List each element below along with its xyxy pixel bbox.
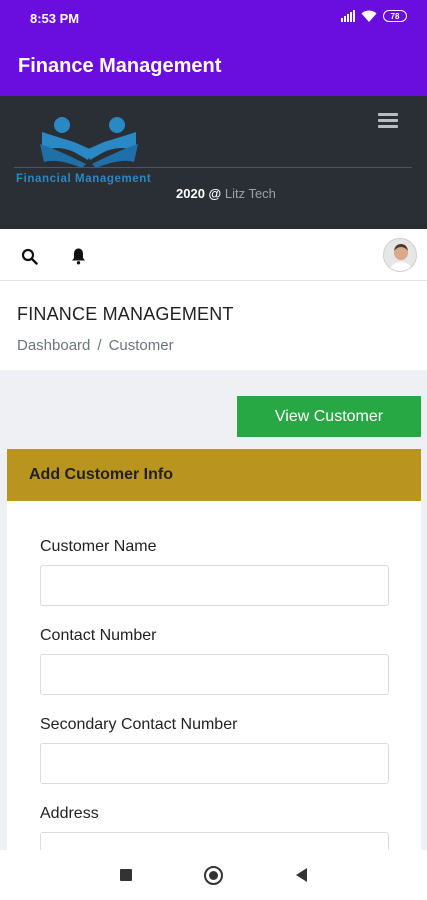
customer-name-label: Customer Name xyxy=(40,538,157,555)
logo-graphic xyxy=(40,117,138,168)
avatar[interactable] xyxy=(383,238,417,272)
system-nav-bar xyxy=(0,850,427,900)
recents-icon[interactable] xyxy=(120,869,132,881)
status-time: 8:53 PM xyxy=(30,11,80,26)
signal-icon xyxy=(341,10,355,22)
breadcrumb-customer: Customer xyxy=(108,337,174,354)
company-logo xyxy=(14,112,184,182)
breadcrumb-dashboard[interactable]: Dashboard xyxy=(17,337,90,354)
address-label: Address xyxy=(40,805,99,822)
view-customer-button[interactable]: View Customer xyxy=(237,396,421,437)
secondary-contact-input[interactable] xyxy=(40,743,389,784)
logo-text: Financial Management xyxy=(16,173,152,185)
page-header: FINANCE MANAGEMENT Dashboard / Customer xyxy=(0,282,427,370)
credit-year: 2020 @ xyxy=(176,186,222,201)
banner-divider xyxy=(14,167,412,168)
header-banner xyxy=(0,96,427,229)
status-bar: 8:53 PM 78 xyxy=(0,0,427,36)
hamburger-icon[interactable] xyxy=(378,113,398,129)
main-content: View Customer Add Customer Info Customer… xyxy=(0,370,427,850)
credit-name: Litz Tech xyxy=(224,186,276,201)
customer-name-input[interactable] xyxy=(40,565,389,606)
banner-credit: 2020 @ Litz Tech xyxy=(176,186,276,201)
page-title: FINANCE MANAGEMENT xyxy=(17,304,234,324)
home-icon[interactable] xyxy=(204,866,223,885)
top-icon-bar xyxy=(0,229,427,281)
battery-level: 78 xyxy=(390,11,400,21)
bell-icon[interactable] xyxy=(70,247,87,270)
battery-icon: 78 xyxy=(383,10,407,22)
address-input[interactable] xyxy=(40,832,389,850)
status-icons: 78 xyxy=(341,10,407,22)
back-icon[interactable] xyxy=(296,868,307,882)
contact-number-label: Contact Number xyxy=(40,627,157,644)
app-bar: Finance Management xyxy=(0,36,427,96)
breadcrumb-separator: / xyxy=(97,337,102,354)
card-header: Add Customer Info xyxy=(7,449,421,501)
contact-number-input[interactable] xyxy=(40,654,389,695)
add-customer-card: Add Customer Info Customer Name Contact … xyxy=(7,449,421,850)
breadcrumb: Dashboard / Customer xyxy=(17,337,174,354)
app-title: Finance Management xyxy=(18,55,222,77)
secondary-contact-label: Secondary Contact Number xyxy=(40,716,238,733)
wifi-icon xyxy=(361,10,377,22)
search-icon[interactable] xyxy=(21,248,38,270)
